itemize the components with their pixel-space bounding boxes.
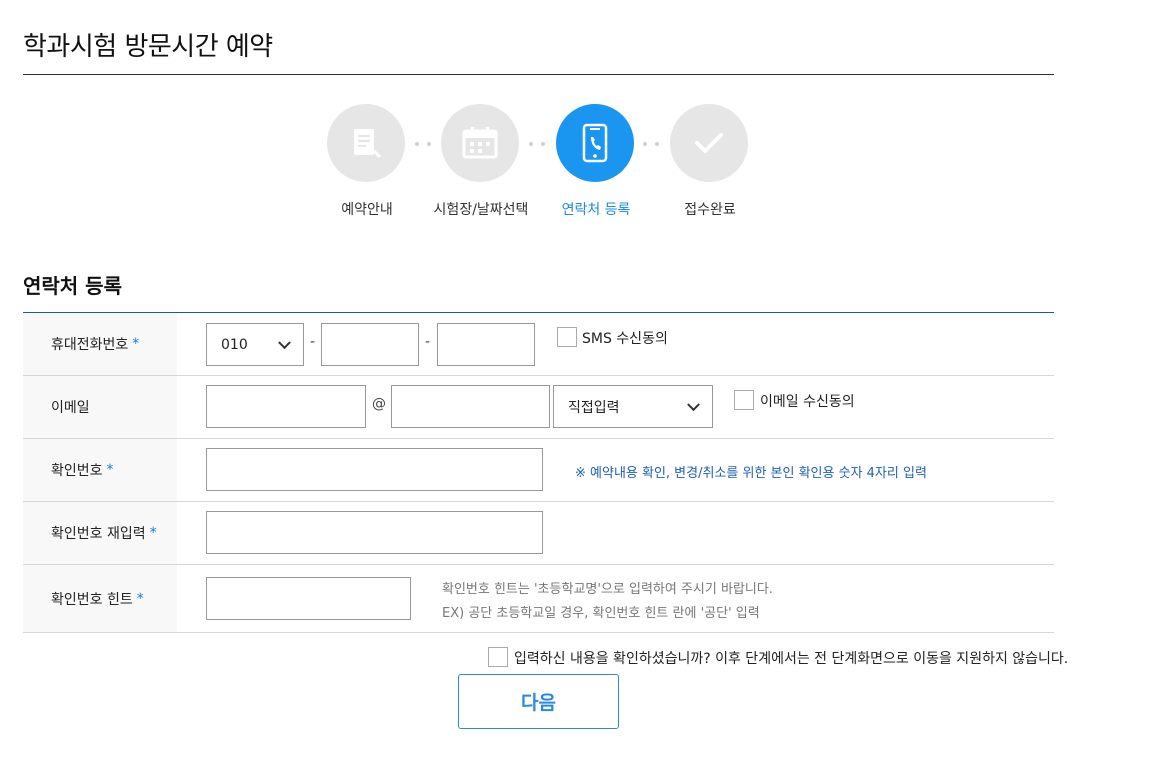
section-title: 연락처 등록 (23, 274, 122, 298)
field-label-pin: 확인번호 * (23, 439, 177, 501)
required-mark: * (149, 525, 157, 541)
sms-consent-label: SMS 수신동의 (582, 331, 668, 347)
calendar-icon (441, 104, 519, 182)
phone-prefix-select[interactable]: 010 (206, 323, 304, 366)
field-label-pin-confirm: 확인번호 재입력 * (23, 502, 177, 564)
step-label: 예약안내 (341, 202, 393, 218)
step-connector (643, 142, 659, 146)
step-complete: 접수완료 (670, 104, 750, 218)
phone-middle-input[interactable] (321, 323, 419, 366)
step-label: 연락처 등록 (561, 202, 631, 218)
pin-hint-input[interactable] (206, 577, 411, 620)
confirm-label: 입력하신 내용을 확인하셨습니까? 이후 단계에서는 전 단계화면으로 이동을 … (514, 651, 1069, 667)
check-icon (670, 104, 748, 182)
step-connector (529, 142, 545, 146)
form-row-pin: 확인번호 * ※ 예약내용 확인, 변경/취소를 위한 본인 확인용 숫자 4자리… (23, 439, 1054, 502)
pin-confirm-input[interactable] (206, 511, 543, 554)
email-consent-checkbox[interactable] (734, 390, 754, 410)
confirm-checkbox[interactable] (488, 647, 508, 667)
field-label-phone: 휴대전화번호 * (23, 313, 177, 375)
pin-note: ※ 예약내용 확인, 변경/취소를 위한 본인 확인용 숫자 4자리 입력 (575, 466, 927, 481)
field-label-email: 이메일 (23, 376, 177, 438)
pin-hint-note-line2: EX) 공단 초등학교일 경우, 확인번호 힌트 란에 '공단' 입력 (442, 606, 760, 621)
pin-hint-note-line1: 확인번호 힌트는 '초등학교명'으로 입력하여 주시기 바랍니다. (442, 582, 773, 597)
phone-icon (556, 104, 634, 182)
next-button[interactable]: 다음 (458, 674, 619, 729)
email-domain-select[interactable]: 직접입력 (553, 385, 713, 428)
step-select-date: 시험장/날짜선택 (434, 104, 528, 218)
required-mark: * (132, 336, 140, 352)
phone-separator: - (310, 334, 316, 350)
phone-last-input[interactable] (437, 323, 535, 366)
form-row-phone: 휴대전화번호 * 010 - - SMS 수신동의 (23, 313, 1054, 376)
step-reservation-guide: 예약안내 (327, 104, 407, 218)
email-domain-input[interactable] (391, 385, 550, 428)
page-title: 학과시험 방문시간 예약 (23, 32, 273, 62)
form-row-email: 이메일 @ 직접입력 이메일 수신동의 (23, 376, 1054, 439)
form-row-pin-confirm: 확인번호 재입력 * (23, 502, 1054, 565)
title-divider (23, 74, 1054, 75)
email-local-input[interactable] (206, 385, 366, 428)
sms-consent-checkbox[interactable] (557, 327, 577, 347)
step-contact-registration: 연락처 등록 (556, 104, 636, 218)
step-label: 시험장/날짜선택 (433, 202, 529, 218)
pin-input[interactable] (206, 448, 543, 491)
email-consent-label: 이메일 수신동의 (760, 394, 855, 410)
required-mark: * (106, 462, 114, 478)
form-row-pin-hint: 확인번호 힌트 * 확인번호 힌트는 '초등학교명'으로 입력하여 주시기 바랍니… (23, 565, 1054, 633)
chevron-down-icon (278, 335, 291, 349)
step-label: 접수완료 (684, 202, 736, 218)
chevron-down-icon (687, 397, 700, 411)
phone-separator: - (425, 334, 431, 350)
email-at-sign: @ (372, 396, 386, 412)
document-edit-icon (327, 104, 405, 182)
field-label-pin-hint: 확인번호 힌트 * (23, 565, 177, 632)
required-mark: * (136, 590, 144, 607)
step-connector (415, 142, 431, 146)
